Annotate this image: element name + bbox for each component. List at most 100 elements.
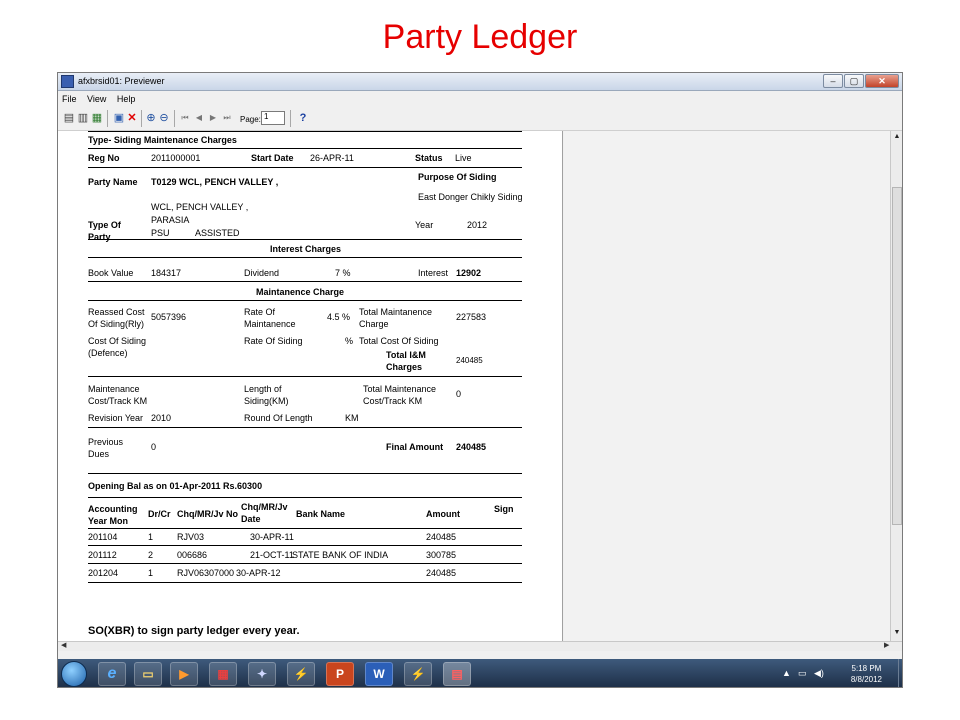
maximize-button[interactable]: ▢ [844,74,864,88]
maintenance-heading: Maintanence Charge [256,287,345,297]
row-amount: 300785 [426,550,457,560]
folder-icon[interactable]: ▭ [134,662,162,686]
page-input[interactable]: 1 [261,111,285,125]
title-bar[interactable]: afxbrsid01: Previewer – ▢ ✕ [58,73,902,91]
clock-date: 8/8/2012 [850,675,882,684]
dividend-value: 7 % [335,268,351,278]
window-title: afxbrsid01: Previewer [78,76,165,86]
start-button[interactable] [61,661,87,687]
toolbar-separator [290,110,291,127]
row-chq-date: 30-APR-12 [236,568,281,578]
previous-dues-value: 0 [151,442,157,452]
powerpoint-icon[interactable]: P [326,662,354,686]
rate-of-maintenance-label: Rate Of [244,307,276,317]
network-icon[interactable]: ▭ [798,668,807,679]
row-accounting: 201112 [88,550,117,560]
report-page: Type- Siding Maintenance Charges Reg No … [58,131,563,641]
next-page-icon[interactable]: ▶ [206,111,220,125]
row-amount: 240485 [426,568,457,578]
page-setup-icon[interactable]: ▣ [112,111,126,125]
col-header-accounting: Accounting [88,504,138,514]
scroll-up-icon[interactable]: ▲ [892,131,902,143]
row-chq-no: RJV06307000 [177,568,235,578]
revision-year-label: Revision Year [88,413,144,423]
revision-year-value: 2010 [151,413,172,423]
export-icon[interactable]: ▦ [90,111,104,125]
scroll-left-icon[interactable]: ◀ [61,641,66,649]
dividend-label: Dividend [244,268,280,278]
total-im-charges-value: 240485 [456,356,483,365]
minimize-button[interactable]: – [823,74,843,88]
close-button[interactable]: ✕ [865,74,899,88]
toolbar: ▤ ▥ ▦ ▣ ✕ ⊕ ⊖ ⏮ ◀ ▶ ⏭ Page: 1 ? [58,107,902,131]
col-header-chq-date: Chq/MR/Jv [241,502,288,512]
col-header-bank-name: Bank Name [296,509,346,519]
year-label: Year [415,220,434,230]
total-maintenance-label: Charge [359,319,389,329]
interest-label: Interest [418,268,449,278]
col-header-sign: Sign [494,504,514,514]
party-category-value: ASSISTED [195,228,240,238]
total-maintenance-value: 227583 [456,312,487,322]
toolbar-separator [174,110,175,127]
report-type: Type- Siding Maintenance Charges [88,135,237,145]
app-icon-3[interactable]: ⚡ [404,662,432,686]
previewer-task-icon[interactable]: ▤ [443,662,471,686]
rule-line [88,528,522,529]
row-chq-no: 006686 [177,550,208,560]
menu-file[interactable]: File [58,91,81,104]
maintenance-cost-track-label: Maintenance [88,384,140,394]
horizontal-scrollbar[interactable]: ◀ ▶ [58,641,902,651]
total-maintenance-track-label: Cost/Track KM [363,396,423,406]
rule-line [88,376,522,377]
close-preview-icon[interactable]: ✕ [125,111,139,125]
menu-help[interactable]: Help [113,91,140,104]
menu-view[interactable]: View [83,91,110,104]
print-icon[interactable]: ▤ [62,111,76,125]
interest-value: 12902 [456,268,482,278]
rule-line [88,473,522,474]
first-page-icon[interactable]: ⏮ [178,111,192,125]
media-player-icon[interactable]: ▶ [170,662,198,686]
help-icon[interactable]: ? [296,111,310,125]
row-accounting: 201204 [88,568,119,578]
rule-line [88,427,522,428]
print-setup-icon[interactable]: ▥ [76,111,90,125]
party-name-value: T0129 WCL, PENCH VALLEY , [151,177,279,187]
total-im-charges-label: Total I&M [386,350,426,360]
clock[interactable]: 5:18 PM 8/8/2012 [851,663,882,685]
previous-page-icon[interactable]: ◀ [192,111,206,125]
menu-bar: File View Help [58,91,902,107]
zoom-out-icon[interactable]: ⊖ [157,111,171,125]
book-value-value: 184317 [151,268,182,278]
round-of-length-unit: KM [345,413,359,423]
compass-icon[interactable]: ✦ [248,662,276,686]
purpose-value: East Donger Chikly Siding [418,192,523,202]
vertical-scrollbar[interactable]: ▲ ▼ [890,131,902,641]
party-name-label: Party Name [88,177,138,187]
show-desktop-button[interactable] [898,659,902,687]
last-page-icon[interactable]: ⏭ [220,111,234,125]
volume-icon[interactable]: ◀) [814,668,824,679]
rate-of-siding-label: Rate Of Siding [244,336,303,346]
col-header-amount: Amount [426,509,460,519]
zoom-in-icon[interactable]: ⊕ [144,111,158,125]
show-hidden-icons-icon[interactable]: ▲ [782,668,791,678]
col-header-accounting: Year Mon [88,516,129,526]
row-chq-no: RJV03 [177,532,205,542]
rule-line [88,257,522,258]
year-value: 2012 [467,220,488,230]
scroll-thumb[interactable] [892,187,902,525]
start-date-label: Start Date [251,153,294,163]
app-icon-2[interactable]: ⚡ [287,662,315,686]
cost-of-siding-defence-label: Cost Of Siding [88,336,147,346]
preview-background [564,131,890,641]
app-icon-1[interactable]: ▦ [209,662,237,686]
rate-of-maintenance-label: Maintanence [244,319,296,329]
word-icon[interactable]: W [365,662,393,686]
type-of-party-label: Type Of [88,220,121,230]
footer-note: SO(XBR) to sign party ledger every year. [88,625,300,637]
scroll-right-icon[interactable]: ▶ [884,641,889,649]
scroll-down-icon[interactable]: ▼ [892,627,902,639]
internet-explorer-icon[interactable]: e [98,662,126,686]
